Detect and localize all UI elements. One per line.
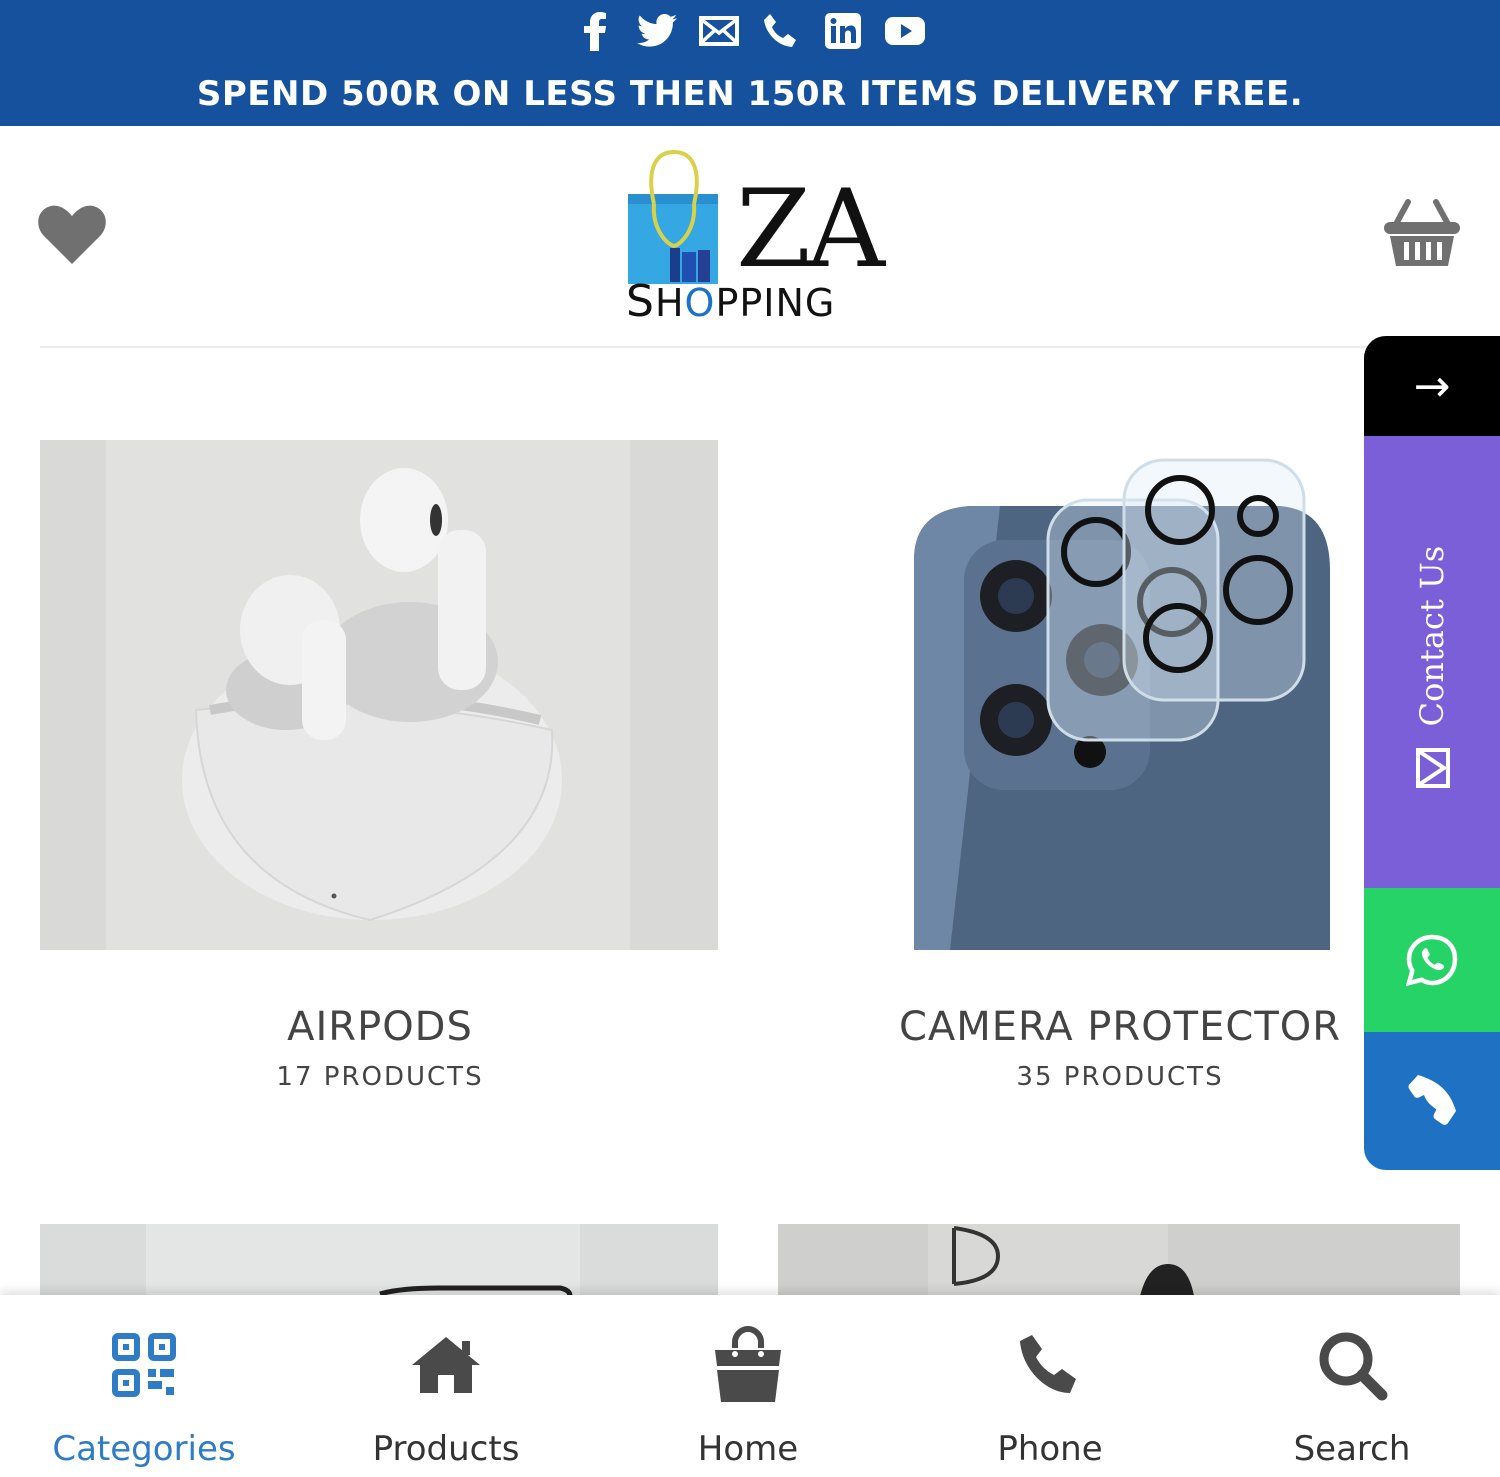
nav-home[interactable]: Home <box>598 1295 898 1477</box>
qr-grid-icon <box>104 1325 184 1405</box>
nav-label: Products <box>372 1429 520 1469</box>
shopping-bag-logo-icon <box>628 149 718 284</box>
phone-icon <box>1408 1075 1456 1125</box>
category-card-camera-protector[interactable]: CAMERA PROTECTOR 35 PRODUCTS <box>780 440 1460 1100</box>
phone-icon <box>1010 1325 1090 1405</box>
social-links <box>0 10 1500 52</box>
phone-call-button[interactable] <box>1364 1032 1500 1170</box>
category-count: 17 PRODUCTS <box>276 1062 484 1092</box>
site-header: ZA SHOPPING <box>0 126 1500 348</box>
category-image-partial-left[interactable] <box>40 1224 718 1296</box>
shopping-bag-icon <box>708 1325 788 1405</box>
camera-protector-image[interactable] <box>780 440 1460 950</box>
nav-products[interactable]: Products <box>296 1295 596 1477</box>
category-image-partial-right[interactable] <box>778 1224 1460 1296</box>
nav-label: Search <box>1293 1429 1411 1469</box>
floating-contact-panel: → Contact Us <box>1364 336 1500 1170</box>
whatsapp-button[interactable] <box>1364 888 1500 1032</box>
nav-label: Phone <box>997 1429 1103 1469</box>
search-icon <box>1312 1325 1392 1405</box>
email-icon[interactable] <box>698 10 740 52</box>
category-card-airpods[interactable]: AIRPODS 17 PRODUCTS <box>40 440 720 1100</box>
phone-icon[interactable] <box>760 10 802 52</box>
youtube-icon[interactable] <box>884 10 926 52</box>
nav-categories[interactable]: Categories <box>0 1295 294 1477</box>
top-banner: SPEND 500R ON LESS THEN 150R ITEMS DELIV… <box>0 0 1500 126</box>
category-title[interactable]: AIRPODS <box>40 1004 720 1050</box>
header-divider <box>40 346 1460 348</box>
arrow-right-icon: → <box>1413 360 1451 412</box>
contact-us-button[interactable]: Contact Us <box>1364 436 1500 888</box>
logo-shopping-text: SHOPPING <box>626 276 836 327</box>
site-logo[interactable]: ZA SHOPPING <box>620 148 885 328</box>
airpods-image[interactable] <box>40 440 718 950</box>
category-title[interactable]: CAMERA PROTECTOR <box>780 1004 1460 1050</box>
basket-icon[interactable] <box>1382 198 1462 270</box>
bottom-navigation: Categories Products Home Phone Search <box>0 1295 1500 1477</box>
category-count: 35 PRODUCTS <box>1016 1062 1224 1092</box>
facebook-icon[interactable] <box>574 10 616 52</box>
nav-label: Categories <box>52 1429 236 1469</box>
whatsapp-icon <box>1406 934 1458 986</box>
nav-label: Home <box>697 1429 799 1469</box>
home-icon <box>406 1325 486 1405</box>
collapse-arrow-button[interactable]: → <box>1364 336 1500 436</box>
logo-za-text: ZA <box>736 167 885 292</box>
wishlist-heart-icon[interactable] <box>36 202 108 266</box>
linkedin-icon[interactable] <box>822 10 864 52</box>
contact-us-label: Contact Us <box>1413 545 1451 727</box>
twitter-icon[interactable] <box>636 10 678 52</box>
nav-phone[interactable]: Phone <box>900 1295 1200 1477</box>
mail-icon <box>1416 748 1450 788</box>
promo-text: SPEND 500R ON LESS THEN 150R ITEMS DELIV… <box>196 74 1304 114</box>
nav-search[interactable]: Search <box>1202 1295 1500 1477</box>
